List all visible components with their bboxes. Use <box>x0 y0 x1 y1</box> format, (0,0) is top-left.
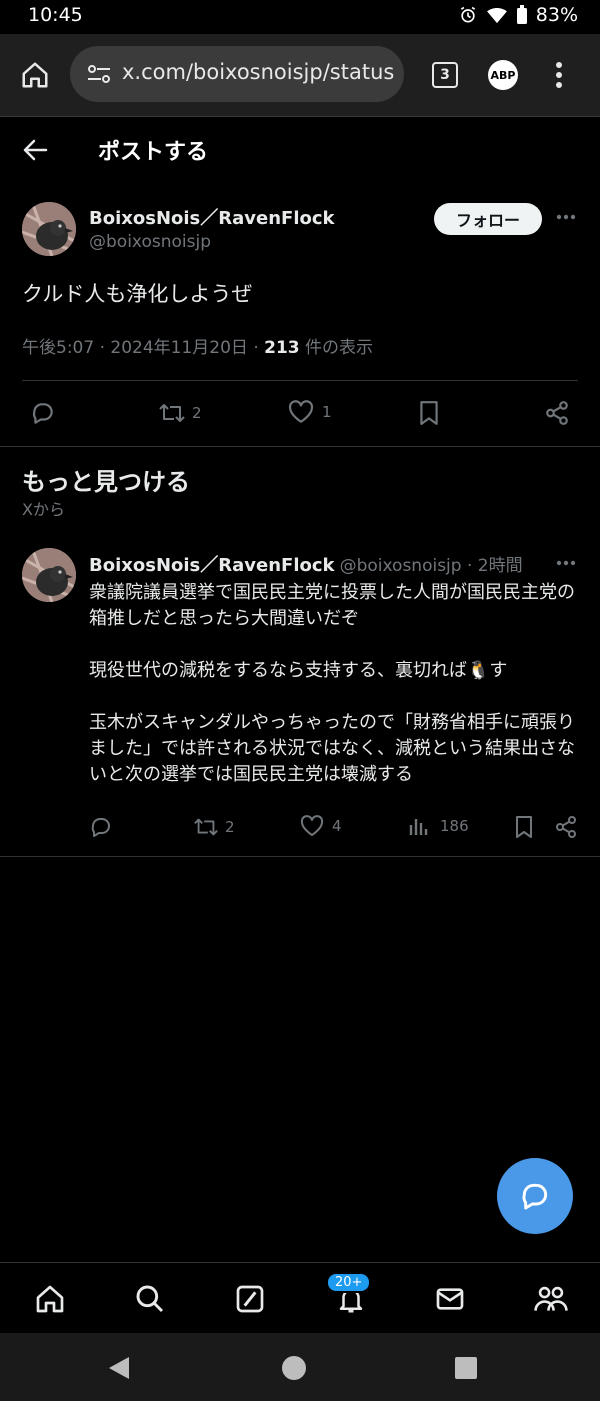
compose-reply-button[interactable] <box>497 1158 573 1234</box>
system-back-icon[interactable] <box>107 1355 131 1381</box>
follow-button[interactable]: フォロー <box>434 203 542 235</box>
status-time: 10:45 <box>28 4 83 26</box>
views-button[interactable]: 186 <box>408 815 469 837</box>
site-settings-icon[interactable] <box>86 62 112 86</box>
retweet-count: 2 <box>192 404 202 422</box>
page-title: ポストする <box>98 140 209 165</box>
like-button[interactable]: 4 <box>300 815 342 837</box>
bookmark-icon[interactable] <box>418 400 440 426</box>
post-timestamp[interactable]: 午後5:07 · 2024年11月20日 · <box>22 338 264 358</box>
home-icon[interactable] <box>33 1283 67 1315</box>
more-options-icon[interactable] <box>556 214 576 220</box>
reply-icon <box>519 1180 551 1212</box>
heart-icon <box>288 400 314 424</box>
search-icon[interactable] <box>134 1283 166 1315</box>
notification-badge: 20+ <box>326 1272 372 1293</box>
like-count: 4 <box>332 817 342 835</box>
grok-icon[interactable] <box>234 1283 266 1315</box>
view-label: 件の表示 <box>299 338 374 358</box>
bottom-navigation: 20+ <box>0 1262 600 1333</box>
retweet-icon <box>158 400 186 426</box>
status-bar: 10:45 83% <box>0 0 600 34</box>
post-paragraph: 現役世代の減税をするなら支持する、裏切れば🐧す <box>89 660 508 681</box>
back-arrow-icon[interactable] <box>22 138 48 162</box>
more-options-icon[interactable] <box>556 560 576 566</box>
reply-icon[interactable] <box>89 815 113 839</box>
browser-menu-icon[interactable] <box>552 60 566 90</box>
feed-post-header: BoixosNois／RavenFlock @boixosnoisjp · 2時… <box>89 551 549 577</box>
section-title: もっと見つける <box>22 468 190 496</box>
post-paragraph: 衆議院議員選挙で国民民主党に投票した人間が国民民主党の箱推しだと思ったら大間違い… <box>89 582 575 629</box>
post-text: クルド人も浄化しようぜ <box>22 282 253 306</box>
system-recents-icon[interactable] <box>455 1357 477 1379</box>
system-home-icon[interactable] <box>281 1355 307 1381</box>
url-text: x.com/boixosnoisjp/status <box>122 60 395 84</box>
analytics-icon <box>408 815 430 837</box>
system-navigation-bar <box>0 1333 600 1401</box>
author-name[interactable]: BoixosNois／RavenFlock <box>89 204 335 230</box>
share-icon[interactable] <box>554 815 578 839</box>
divider <box>0 446 600 447</box>
alarm-icon <box>458 5 478 25</box>
url-bar[interactable]: x.com/boixosnoisjp/status <box>70 46 404 102</box>
home-icon[interactable] <box>20 60 50 90</box>
heart-icon <box>300 815 324 837</box>
share-icon[interactable] <box>544 400 570 426</box>
like-button[interactable]: 1 <box>288 400 332 424</box>
feed-post-text[interactable]: 衆議院議員選挙で国民民主党に投票した人間が国民民主党の箱推しだと思ったら大間違い… <box>89 580 579 788</box>
reply-icon[interactable] <box>30 400 56 426</box>
view-count: 186 <box>440 817 469 835</box>
divider <box>22 380 578 381</box>
avatar[interactable] <box>22 548 76 602</box>
post-paragraph: 玉木がスキャンダルやっちゃったので「財務省相手に頑張りました」では許される状況で… <box>89 712 575 785</box>
browser-toolbar: x.com/boixosnoisjp/status 3 ABP <box>0 34 600 117</box>
communities-icon[interactable] <box>533 1283 569 1315</box>
author-name[interactable]: BoixosNois／RavenFlock <box>89 555 335 576</box>
post-meta: 午後5:07 · 2024年11月20日 · 213 件の表示 <box>22 333 373 358</box>
bookmark-icon[interactable] <box>514 815 534 839</box>
section-subtitle: Xから <box>22 500 65 519</box>
battery-percent: 83% <box>535 4 578 26</box>
author-handle[interactable]: @boixosnoisjp <box>89 232 211 252</box>
avatar[interactable] <box>22 202 76 256</box>
retweet-button[interactable]: 2 <box>193 815 235 839</box>
messages-icon[interactable] <box>434 1283 466 1315</box>
retweet-button[interactable]: 2 <box>158 400 202 426</box>
battery-icon <box>516 5 528 25</box>
adblock-icon[interactable]: ABP <box>488 60 518 90</box>
retweet-icon <box>193 815 219 839</box>
tab-switcher-button[interactable]: 3 <box>432 62 458 88</box>
retweet-count: 2 <box>225 818 235 836</box>
view-count: 213 <box>264 338 300 358</box>
author-handle[interactable]: @boixosnoisjp <box>340 556 462 576</box>
like-count: 1 <box>322 403 332 421</box>
divider <box>0 856 600 857</box>
wifi-icon <box>486 6 508 24</box>
post-age: · 2時間 <box>461 556 523 576</box>
